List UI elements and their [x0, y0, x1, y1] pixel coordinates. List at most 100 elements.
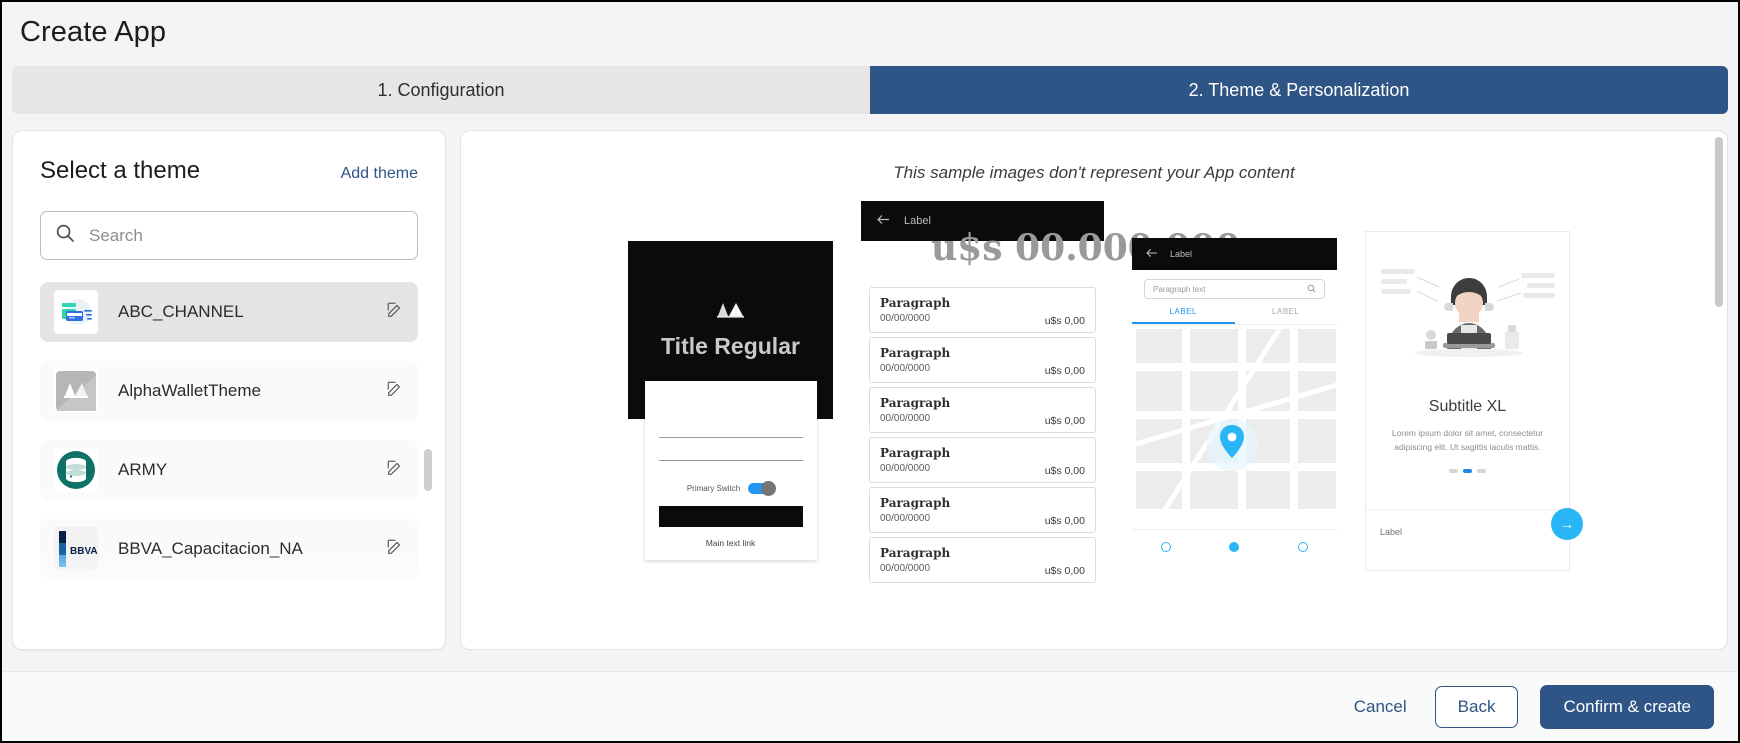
mockup2-transaction-row[interactable]: Paragraph 00/00/0000 u$s 0,00 — [869, 487, 1096, 533]
mockup3-map[interactable] — [1132, 324, 1337, 529]
nav-dot-icon[interactable] — [1297, 541, 1308, 552]
mockup2-transaction-row[interactable]: Paragraph 00/00/0000 u$s 0,00 — [869, 437, 1096, 483]
theme-list-scrollbar[interactable] — [424, 449, 432, 649]
mockup1-input-line — [658, 437, 803, 438]
pager-dot-icon[interactable] — [1477, 468, 1486, 473]
mockup1-main-text-link[interactable]: Main text link — [659, 538, 803, 548]
mockup3-bottom-nav — [1132, 529, 1337, 563]
back-arrow-icon[interactable] — [1146, 248, 1158, 260]
search-icon[interactable] — [1307, 284, 1316, 295]
row-title: Paragraph — [880, 496, 951, 510]
mockup3-appbar-label: Label — [1170, 249, 1193, 259]
mockup1-primary-button[interactable] — [658, 506, 803, 527]
mockup1-switch-row: Primary Switch — [659, 481, 803, 496]
mockup2-transaction-list: Paragraph 00/00/0000 u$s 0,00 Paragraph … — [861, 287, 1104, 583]
mockup1-form-card: Primary Switch Main text link — [644, 381, 817, 560]
theme-name: AlphaWalletTheme — [118, 381, 261, 400]
mockup4-footer-label: Label — [1380, 527, 1403, 538]
mockup3-tab-left[interactable]: LABEL — [1132, 307, 1235, 324]
mockup2-appbar-label: Label — [904, 215, 931, 227]
theme-list-scroll-thumb[interactable] — [424, 449, 432, 491]
mockup4-body-text: Lorem ipsum dolor sit amet, consectetur … — [1391, 428, 1544, 453]
mockup4-pager — [1366, 468, 1569, 473]
theme-selection-panel: Select a theme Add theme Search ABC_CHAN… — [12, 130, 446, 650]
mockup1-input-line — [658, 460, 803, 461]
mockup3-search-placeholder: Paragraph text — [1153, 284, 1206, 294]
preview-panel: This sample images don't represent your … — [460, 130, 1728, 650]
dialog-footer: Cancel Back Confirm & create — [2, 671, 1738, 741]
abc-channel-logo-icon — [54, 290, 98, 334]
row-amount: u$s 0,00 — [1044, 365, 1085, 377]
mockup1-switch-label: Primary Switch — [686, 484, 741, 493]
back-arrow-icon[interactable] — [877, 214, 890, 228]
theme-panel-heading: Select a theme — [40, 157, 201, 184]
mockup4-subtitle: Subtitle XL — [1428, 398, 1507, 415]
add-theme-link[interactable]: Add theme — [341, 165, 418, 183]
preview-disclaimer: This sample images don't represent your … — [893, 163, 1295, 182]
theme-list-item-bbva-capacitacion-na[interactable]: BBVA BBVA_Capacitacion_NA — [40, 519, 418, 579]
edit-theme-icon[interactable] — [386, 301, 404, 324]
mockup2-transaction-row[interactable]: Paragraph 00/00/0000 u$s 0,00 — [869, 337, 1096, 383]
alphawallet-logo-icon — [54, 369, 98, 413]
theme-name: ARMY — [118, 460, 168, 479]
row-date: 00/00/0000 — [880, 513, 931, 524]
cancel-button[interactable]: Cancel — [1348, 696, 1413, 718]
theme-search-box[interactable] — [40, 211, 418, 260]
mockup1-logo-icon — [716, 300, 746, 323]
theme-list-item-army[interactable]: ARMY — [40, 440, 418, 500]
step-tabs: 1. Configuration 2. Theme & Personalizat… — [12, 66, 1728, 114]
row-title: Paragraph — [880, 446, 951, 460]
theme-list-item-alphawallettheme[interactable]: AlphaWalletTheme — [40, 361, 418, 421]
theme-name: ABC_CHANNEL — [118, 302, 244, 321]
edit-theme-icon[interactable] — [386, 459, 404, 482]
mockup2-transaction-row[interactable]: Paragraph 00/00/0000 u$s 0,00 — [869, 537, 1096, 583]
pager-dot-active-icon[interactable] — [1463, 468, 1472, 473]
mockup2-transaction-row[interactable]: Paragraph 00/00/0000 u$s 0,00 — [869, 387, 1096, 433]
mockup3-appbar: Label — [1132, 238, 1337, 270]
mockup4-footer: Label → — [1366, 507, 1583, 555]
tab-theme-personalization[interactable]: 2. Theme & Personalization — [870, 66, 1728, 114]
mockup1-primary-switch[interactable] — [748, 481, 777, 496]
preview-scroll-thumb[interactable] — [1715, 137, 1723, 307]
back-button[interactable]: Back — [1434, 685, 1519, 728]
create-app-window: Create App 1. Configuration 2. Theme & P… — [0, 0, 1740, 743]
theme-panel-header: Select a theme Add theme — [13, 131, 445, 185]
row-amount: u$s 0,00 — [1044, 415, 1085, 427]
page-title: Create App — [20, 16, 167, 48]
row-title: Paragraph — [880, 396, 951, 410]
arrow-right-icon[interactable]: → — [1551, 507, 1583, 540]
mockup3-tabs: LABEL LABEL — [1132, 307, 1337, 324]
nav-dot-icon[interactable] — [1161, 541, 1172, 552]
mockup-onboarding-screen: Subtitle XL Lorem ipsum dolor sit amet, … — [1365, 231, 1583, 571]
bbva-logo-icon: BBVA — [54, 527, 98, 571]
mockup-transactions-screen: Label u$s 00.000.000 Paragraph 00/00/000… — [861, 201, 1240, 583]
mockup1-title: Title Regular — [661, 333, 800, 359]
support-agent-illustration — [1380, 269, 1555, 357]
mockup3-search-field[interactable]: Paragraph text — [1144, 279, 1325, 299]
row-date: 00/00/0000 — [880, 563, 931, 574]
svg-text:BBVA: BBVA — [70, 546, 98, 557]
mockup2-transaction-row[interactable]: Paragraph 00/00/0000 u$s 0,00 — [869, 287, 1096, 333]
theme-list: ABC_CHANNEL AlphaWalletTheme ARMY BBVA B… — [40, 282, 418, 612]
preview-scrollbar[interactable] — [1715, 137, 1723, 643]
confirm-and-create-button[interactable]: Confirm & create — [1540, 684, 1714, 729]
mockup-map-screen: Label Paragraph text LABEL LABEL — [1132, 238, 1337, 578]
army-database-logo-icon — [54, 448, 98, 492]
mockup-login-screen: Title Regular Primary Switch Main text l… — [628, 241, 833, 591]
tab-configuration[interactable]: 1. Configuration — [12, 66, 870, 114]
search-input[interactable] — [87, 224, 403, 247]
main-content: Select a theme Add theme Search ABC_CHAN… — [12, 130, 1728, 650]
theme-list-item-abc-channel[interactable]: ABC_CHANNEL — [40, 282, 418, 342]
row-title: Paragraph — [880, 296, 951, 310]
mockup3-tab-right[interactable]: LABEL — [1235, 307, 1338, 324]
search-icon — [55, 223, 75, 248]
pager-dot-icon[interactable] — [1449, 468, 1458, 473]
row-date: 00/00/0000 — [880, 463, 931, 474]
row-date: 00/00/0000 — [880, 313, 931, 324]
row-amount: u$s 0,00 — [1044, 565, 1085, 577]
edit-theme-icon[interactable] — [386, 380, 404, 403]
edit-theme-icon[interactable] — [386, 538, 404, 561]
nav-dot-active-icon[interactable] — [1229, 541, 1240, 552]
map-graphic — [1132, 325, 1337, 529]
row-date: 00/00/0000 — [880, 363, 931, 374]
